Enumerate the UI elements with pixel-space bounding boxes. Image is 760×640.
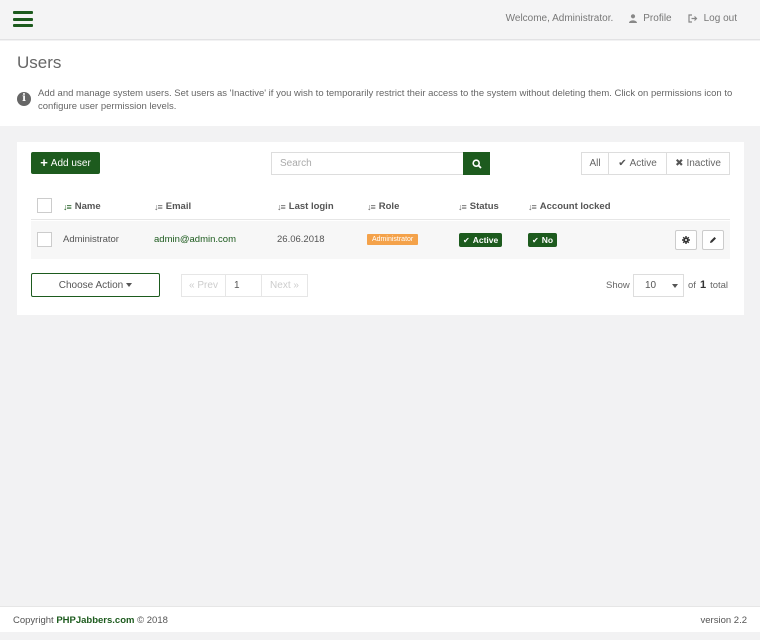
table-row: Administrator admin@admin.com 26.06.2018…: [31, 221, 730, 259]
user-name: Administrator: [63, 234, 119, 245]
page-header: Users i Add and manage system users. Set…: [0, 41, 760, 126]
column-header-name[interactable]: ↓≡ Name: [63, 201, 101, 212]
locked-badge[interactable]: ✔ No: [528, 233, 558, 247]
page-number-input[interactable]: 1: [226, 274, 262, 297]
add-user-button[interactable]: + Add user: [31, 152, 100, 174]
plus-icon: +: [40, 155, 48, 170]
column-header-email[interactable]: ↓≡ Email: [154, 201, 191, 212]
permissions-button[interactable]: [675, 230, 697, 250]
next-page-button[interactable]: Next »: [262, 274, 308, 297]
search-icon: [471, 158, 482, 169]
user-email[interactable]: admin@admin.com: [154, 234, 236, 245]
brand-link[interactable]: PHPJabbers.com: [56, 615, 134, 626]
column-header-status[interactable]: ↓≡ Status: [458, 201, 499, 212]
show-label: Show: [606, 280, 630, 291]
profile-label: Profile: [643, 13, 672, 24]
pagination: « Prev 1 Next »: [181, 274, 308, 297]
check-icon: ✔: [463, 235, 470, 245]
column-label: Last login: [288, 201, 334, 212]
version-text: version 2.2: [700, 615, 747, 626]
copyright: Copyright PHPJabbers.com © 2018: [13, 615, 168, 626]
profile-link[interactable]: Profile: [629, 13, 672, 24]
column-header-last-login[interactable]: ↓≡ Last login: [277, 201, 334, 212]
logout-label: Log out: [703, 13, 737, 24]
role-badge: Administrator: [367, 234, 419, 245]
total-label: total: [710, 280, 729, 291]
filter-active-button[interactable]: ✔ Active: [609, 152, 667, 175]
gear-icon: [682, 236, 690, 244]
top-bar: Welcome, Administrator. Profile Log out: [0, 0, 760, 40]
of-label: of: [688, 280, 696, 291]
column-header-role[interactable]: ↓≡ Role: [367, 201, 399, 212]
user-icon: [629, 14, 638, 23]
sort-icon: ↓≡: [528, 201, 537, 212]
select-all-checkbox[interactable]: [37, 198, 52, 213]
column-header-account-locked[interactable]: ↓≡ Account locked: [528, 201, 611, 212]
filter-all-button[interactable]: All: [581, 152, 609, 175]
edit-button[interactable]: [702, 230, 724, 250]
table-header: ↓≡ Name ↓≡ Email ↓≡ Last login ↓≡ Role ↓…: [31, 196, 730, 220]
per-page-value: 10: [645, 280, 657, 291]
check-icon: ✔: [618, 158, 627, 169]
status-filter: All ✔ Active ✖ Inactive: [581, 152, 730, 175]
check-icon: ✔: [532, 235, 539, 245]
sort-icon: ↓≡: [458, 201, 467, 212]
column-label: Name: [74, 201, 101, 212]
column-label: Account locked: [539, 201, 611, 212]
filter-inactive-label: Inactive: [686, 158, 721, 169]
search-box: [271, 152, 490, 175]
sort-icon: ↓≡: [367, 201, 376, 212]
total-pages-count: 1: [699, 279, 707, 291]
total-pages: of 1 total: [688, 279, 728, 291]
info-icon: i: [17, 92, 31, 106]
add-user-label: Add user: [50, 157, 91, 169]
copyright-prefix: Copyright: [13, 615, 54, 626]
footer: Copyright PHPJabbers.com © 2018 version …: [0, 606, 760, 632]
page-title: Users: [17, 53, 62, 72]
search-input[interactable]: [271, 152, 463, 175]
sort-icon: ↓≡: [277, 201, 286, 212]
locked-label: No: [541, 235, 554, 245]
caret-down-icon: [672, 284, 678, 288]
sort-icon: ↓≡: [154, 201, 163, 212]
menu-icon[interactable]: [13, 11, 33, 27]
search-button[interactable]: [463, 152, 490, 175]
close-icon: ✖: [675, 158, 684, 169]
page-description: Add and manage system users. Set users a…: [38, 88, 733, 112]
row-checkbox[interactable]: [37, 232, 52, 247]
logout-link[interactable]: Log out: [688, 13, 737, 24]
copyright-suffix: © 2018: [137, 615, 168, 626]
status-label: Active: [472, 235, 499, 245]
top-right-nav: Welcome, Administrator. Profile Log out: [506, 13, 737, 24]
user-last-login: 26.06.2018: [277, 234, 325, 245]
users-panel: + Add user All ✔ Active ✖ Inactive ↓≡ Na…: [17, 142, 744, 315]
pencil-icon: [710, 237, 716, 243]
choose-action-label: Choose Action: [58, 279, 124, 291]
filter-active-label: Active: [629, 158, 657, 169]
sort-icon: ↓≡: [63, 201, 72, 212]
welcome-text: Welcome, Administrator.: [505, 13, 614, 24]
prev-page-button[interactable]: « Prev: [181, 274, 226, 297]
filter-all-label: All: [589, 158, 601, 169]
per-page-select[interactable]: 10: [633, 274, 684, 297]
status-badge[interactable]: ✔ Active: [459, 233, 503, 247]
column-label: Email: [165, 201, 192, 212]
filter-inactive-button[interactable]: ✖ Inactive: [667, 152, 730, 175]
logout-icon: [688, 14, 697, 23]
column-label: Status: [469, 201, 499, 212]
choose-action-button[interactable]: Choose Action: [31, 273, 160, 297]
column-label: Role: [378, 201, 400, 212]
caret-down-icon: [126, 283, 133, 287]
